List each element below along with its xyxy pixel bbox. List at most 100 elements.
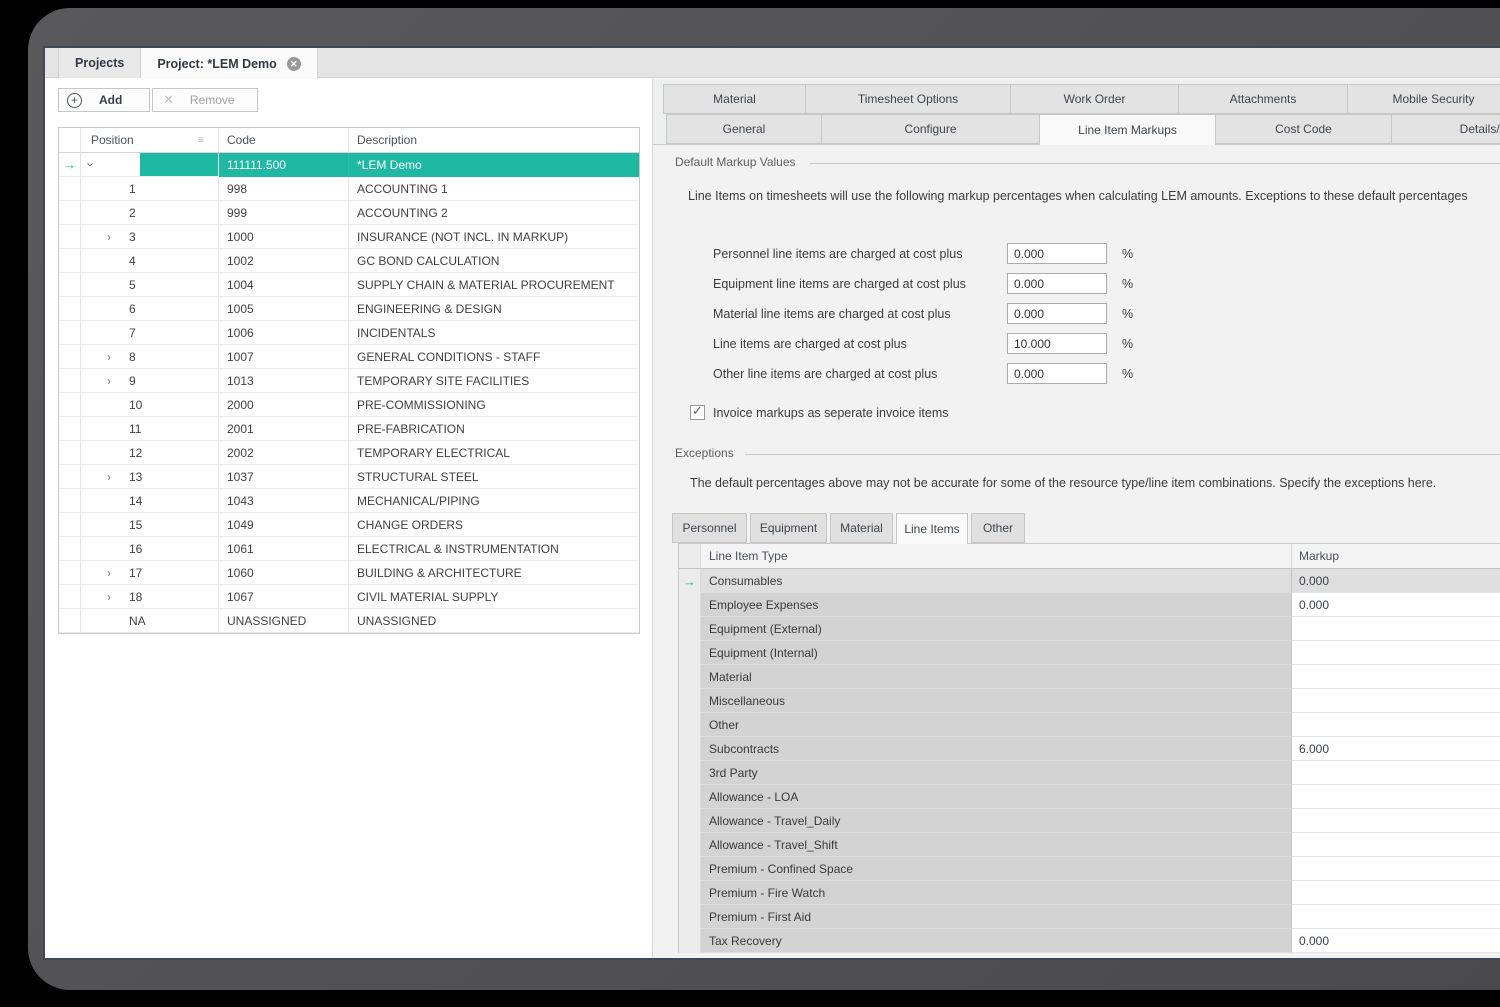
markup-cell[interactable] xyxy=(1292,785,1500,809)
detail-tab[interactable]: Line Item Markups xyxy=(1040,114,1216,145)
expand-icon[interactable]: › xyxy=(107,590,111,604)
markup-cell[interactable]: 6.000 xyxy=(1292,737,1500,761)
table-row[interactable]: → Allowance - LOA xyxy=(679,785,1500,809)
code-column-header[interactable]: Code xyxy=(219,128,349,153)
exceptions-tab[interactable]: Material xyxy=(830,513,893,543)
table-row[interactable]: → › › 111111.500 *LEM Demo xyxy=(59,153,639,177)
row-indicator-cell: → xyxy=(59,177,81,201)
markup-cell[interactable]: 0.000 xyxy=(1292,569,1500,593)
expand-icon[interactable]: › xyxy=(107,374,111,388)
markup-cell[interactable]: 0.000 xyxy=(1292,929,1500,953)
markup-cell[interactable] xyxy=(1292,689,1500,713)
exceptions-tab[interactable]: Personnel xyxy=(672,513,747,543)
table-row[interactable]: → › › 10 2000 PRE-COMMISSIONING xyxy=(59,393,639,417)
description-column-header[interactable]: Description xyxy=(349,128,639,153)
detail-tab[interactable]: Material xyxy=(663,84,806,114)
detail-tab[interactable]: General xyxy=(666,114,822,144)
table-row[interactable]: → › › 9 1013 TEMPORARY SITE FACILITIES xyxy=(59,369,639,393)
exceptions-tab[interactable]: Other xyxy=(971,513,1025,543)
invoice-markups-checkbox[interactable]: ✓ xyxy=(690,405,705,420)
markup-cell[interactable] xyxy=(1292,617,1500,641)
table-row[interactable]: → › › 7 1006 INCIDENTALS xyxy=(59,321,639,345)
table-row[interactable]: → Miscellaneous xyxy=(679,689,1500,713)
markup-cell[interactable] xyxy=(1292,761,1500,785)
detail-tab[interactable]: Details/N xyxy=(1392,114,1500,144)
markup-field-label: Other line items are charged at cost plu… xyxy=(713,367,1007,381)
table-row[interactable]: → Equipment (External) xyxy=(679,617,1500,641)
markup-column-header[interactable]: Markup xyxy=(1292,544,1500,569)
markup-cell[interactable] xyxy=(1292,713,1500,737)
table-row[interactable]: → › › 16 1061 ELECTRICAL & INSTRUMENTATI… xyxy=(59,537,639,561)
markup-percentage-input[interactable]: 0.000 xyxy=(1007,363,1107,384)
markup-field-label: Line items are charged at cost plus xyxy=(713,337,1007,351)
markup-cell[interactable]: 0.000 xyxy=(1292,593,1500,617)
table-row[interactable]: → › › 5 1004 SUPPLY CHAIN & MATERIAL PRO… xyxy=(59,273,639,297)
table-row[interactable]: → Allowance - Travel_Daily xyxy=(679,809,1500,833)
code-cell: 1013 xyxy=(219,369,349,393)
table-row[interactable]: → › › 2 999 ACCOUNTING 2 xyxy=(59,201,639,225)
table-row[interactable]: → Other xyxy=(679,713,1500,737)
close-icon[interactable]: ✕ xyxy=(287,57,301,71)
table-row[interactable]: → Allowance - Travel_Shift xyxy=(679,833,1500,857)
position-column-header[interactable]: Position ≡ xyxy=(81,128,219,153)
table-row[interactable]: → › › 11 2001 PRE-FABRICATION xyxy=(59,417,639,441)
markup-percentage-input[interactable]: 0.000 xyxy=(1007,303,1107,324)
table-row[interactable]: → › › 15 1049 CHANGE ORDERS xyxy=(59,513,639,537)
markup-cell[interactable] xyxy=(1292,905,1500,929)
markup-cell[interactable] xyxy=(1292,857,1500,881)
table-row[interactable]: → › › 8 1007 GENERAL CONDITIONS - STAFF xyxy=(59,345,639,369)
table-row[interactable]: → Premium - Confined Space xyxy=(679,857,1500,881)
expand-icon[interactable]: › xyxy=(107,566,111,580)
table-row[interactable]: → Tax Recovery 0.000 xyxy=(679,929,1500,953)
markup-cell[interactable] xyxy=(1292,665,1500,689)
table-row[interactable]: → Employee Expenses 0.000 xyxy=(679,593,1500,617)
markup-cell[interactable] xyxy=(1292,881,1500,905)
detail-tab[interactable]: Attachments xyxy=(1179,84,1348,114)
exceptions-tab[interactable]: Equipment xyxy=(750,513,827,543)
position-value: 15 xyxy=(129,518,142,532)
document-tab[interactable]: Project: *LEM Demo ✕ xyxy=(141,48,317,79)
table-row[interactable]: → Material xyxy=(679,665,1500,689)
expand-icon[interactable]: › xyxy=(107,350,111,364)
detail-tab[interactable]: Timesheet Options xyxy=(806,84,1011,114)
table-row[interactable]: → › › 14 1043 MECHANICAL/PIPING xyxy=(59,489,639,513)
markup-cell[interactable] xyxy=(1292,809,1500,833)
markup-percentage-input[interactable]: 0.000 xyxy=(1007,243,1107,264)
table-row[interactable]: → 3rd Party xyxy=(679,761,1500,785)
remove-button[interactable]: ✕ Remove xyxy=(152,88,258,112)
table-row[interactable]: → › › 6 1005 ENGINEERING & DESIGN xyxy=(59,297,639,321)
expand-icon[interactable]: › xyxy=(107,230,111,244)
detail-tab[interactable]: Configure xyxy=(822,114,1040,144)
position-value: 10 xyxy=(129,398,142,412)
markup-cell[interactable] xyxy=(1292,833,1500,857)
table-row[interactable]: → › › NA UNASSIGNED UNASSIGNED xyxy=(59,609,639,633)
collapse-icon[interactable]: › xyxy=(84,162,99,166)
table-row[interactable]: → › › 17 1060 BUILDING & ARCHITECTURE xyxy=(59,561,639,585)
markup-percentage-input[interactable]: 0.000 xyxy=(1007,273,1107,294)
table-row[interactable]: → Subcontracts 6.000 xyxy=(679,737,1500,761)
row-indicator-cell: → xyxy=(679,569,701,593)
table-row[interactable]: → Equipment (Internal) xyxy=(679,641,1500,665)
detail-tab[interactable]: Mobile Security xyxy=(1348,84,1500,114)
expand-icon[interactable]: › xyxy=(107,470,111,484)
table-row[interactable]: → › › 1 998 ACCOUNTING 1 xyxy=(59,177,639,201)
table-row[interactable]: → Premium - First Aid xyxy=(679,905,1500,929)
detail-tab[interactable]: Cost Code xyxy=(1216,114,1392,144)
table-row[interactable]: → › › 4 1002 GC BOND CALCULATION xyxy=(59,249,639,273)
markup-percentage-input[interactable]: 10.000 xyxy=(1007,333,1107,354)
document-tab[interactable]: Projects ✕ xyxy=(58,48,141,78)
line-item-type-column-header[interactable]: Line Item Type xyxy=(701,544,1292,569)
sort-icon[interactable]: ≡ xyxy=(198,135,204,146)
table-row[interactable]: → › › 13 1037 STRUCTURAL STEEL xyxy=(59,465,639,489)
exceptions-tab[interactable]: Line Items xyxy=(896,513,968,544)
table-row[interactable]: → Consumables 0.000 xyxy=(679,569,1500,593)
table-row[interactable]: → Premium - Fire Watch xyxy=(679,881,1500,905)
add-button[interactable]: + Add xyxy=(58,88,150,112)
table-row[interactable]: → › › 12 2002 TEMPORARY ELECTRICAL xyxy=(59,441,639,465)
table-row[interactable]: → › › 18 1067 CIVIL MATERIAL SUPPLY xyxy=(59,585,639,609)
detail-tab[interactable]: Work Order xyxy=(1011,84,1179,114)
markup-cell[interactable] xyxy=(1292,641,1500,665)
plus-circle-icon: + xyxy=(67,93,82,108)
table-row[interactable]: → › › 3 1000 INSURANCE (NOT INCL. IN MAR… xyxy=(59,225,639,249)
section-divider xyxy=(745,454,1500,455)
